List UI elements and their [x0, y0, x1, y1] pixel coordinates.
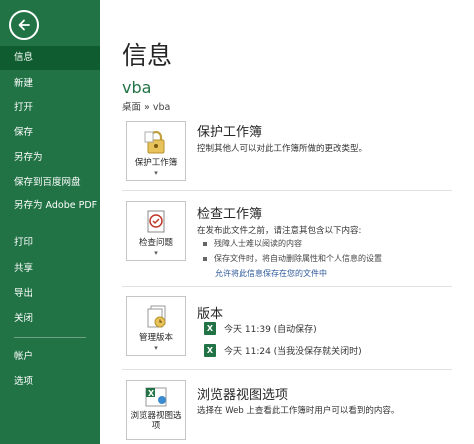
- backstage-sidebar: 信息 新建 打开 保存 另存为 保存到百度网盘 另存为 Adobe PDF 打印…: [0, 0, 100, 444]
- chevron-down-icon: ▾: [154, 169, 158, 177]
- browser-view-options-button[interactable]: X 浏览器视图选项: [126, 380, 186, 440]
- section-divider: [122, 369, 452, 370]
- info-panel: 信息 vba 桌面 » vba 保护工作簿 ▾ 保护工作簿 控制其他人可以对此工…: [100, 0, 474, 444]
- back-button[interactable]: [9, 10, 39, 40]
- sidebar-item-close[interactable]: 关闭: [0, 307, 100, 331]
- inspect-workbook-title: 检查工作簿: [197, 207, 263, 222]
- browser-view-options-title: 浏览器视图选项: [197, 388, 289, 403]
- breadcrumb: 桌面 » vba: [122, 102, 171, 113]
- page-title: 信息: [122, 41, 173, 70]
- browser-view-options-desc: 选择在 Web 上查看此工作簿时用户可以看到的内容。: [197, 406, 400, 416]
- protect-workbook-desc: 控制其他人可以对此工作簿所做的更改类型。: [197, 144, 368, 154]
- check-issues-button[interactable]: 检查问题 ▾: [126, 201, 186, 261]
- browser-view-icon: X: [145, 387, 167, 407]
- svg-text:X: X: [148, 389, 155, 398]
- chevron-down-icon: ▾: [154, 249, 158, 257]
- sidebar-item-print[interactable]: 打印: [0, 231, 100, 255]
- browser-view-options-button-label: 浏览器视图选项: [130, 411, 182, 431]
- versions-title: 版本: [197, 307, 224, 322]
- version-item[interactable]: X 今天 11:24 (当我没保存就关闭时): [204, 344, 362, 357]
- sidebar-item-account[interactable]: 帐户: [0, 345, 100, 369]
- arrow-left-icon: [18, 19, 30, 31]
- inspect-document-icon: [147, 210, 165, 233]
- allow-save-info-link[interactable]: 允许将此信息保存在您的文件中: [215, 268, 327, 279]
- sidebar-item-save-as[interactable]: 另存为: [0, 146, 100, 170]
- sidebar-divider: [14, 337, 86, 338]
- sidebar-item-share[interactable]: 共享: [0, 257, 100, 281]
- version-item[interactable]: X 今天 11:39 (自动保存): [204, 322, 317, 335]
- sidebar-item-save[interactable]: 保存: [0, 121, 100, 145]
- chevron-down-icon: ▾: [154, 344, 158, 352]
- inspect-bullet-item: 保存文件时，将自动删除属性和个人信息的设置: [203, 253, 382, 264]
- manage-versions-button[interactable]: 管理版本 ▾: [126, 296, 186, 356]
- manage-versions-button-label: 管理版本: [138, 333, 173, 343]
- inspect-bullet-item: 残障人士难以阅读的内容: [203, 238, 302, 249]
- sidebar-item-save-to-baidu[interactable]: 保存到百度网盘: [0, 171, 100, 195]
- versions-icon: [147, 305, 166, 328]
- sidebar-item-new[interactable]: 新建: [0, 72, 100, 96]
- workbook-name: vba: [122, 78, 152, 97]
- sidebar-item-save-as-pdf[interactable]: 另存为 Adobe PDF: [0, 195, 100, 229]
- sidebar-item-options[interactable]: 选项: [0, 370, 100, 394]
- protect-workbook-button[interactable]: 保护工作簿 ▾: [126, 121, 186, 181]
- sidebar-item-open[interactable]: 打开: [0, 96, 100, 120]
- check-issues-button-label: 检查问题: [138, 238, 173, 248]
- excel-file-icon: X: [204, 344, 216, 357]
- inspect-workbook-desc: 在发布此文件之前，请注意其包含以下内容:: [197, 226, 362, 236]
- section-divider: [122, 286, 452, 287]
- excel-file-icon: X: [204, 322, 216, 335]
- protect-workbook-title: 保护工作簿: [197, 125, 263, 140]
- lock-icon: [144, 130, 165, 154]
- sidebar-item-export[interactable]: 导出: [0, 282, 100, 306]
- sidebar-item-info[interactable]: 信息: [0, 46, 100, 70]
- protect-workbook-button-label: 保护工作簿: [134, 158, 178, 168]
- section-divider: [122, 190, 452, 191]
